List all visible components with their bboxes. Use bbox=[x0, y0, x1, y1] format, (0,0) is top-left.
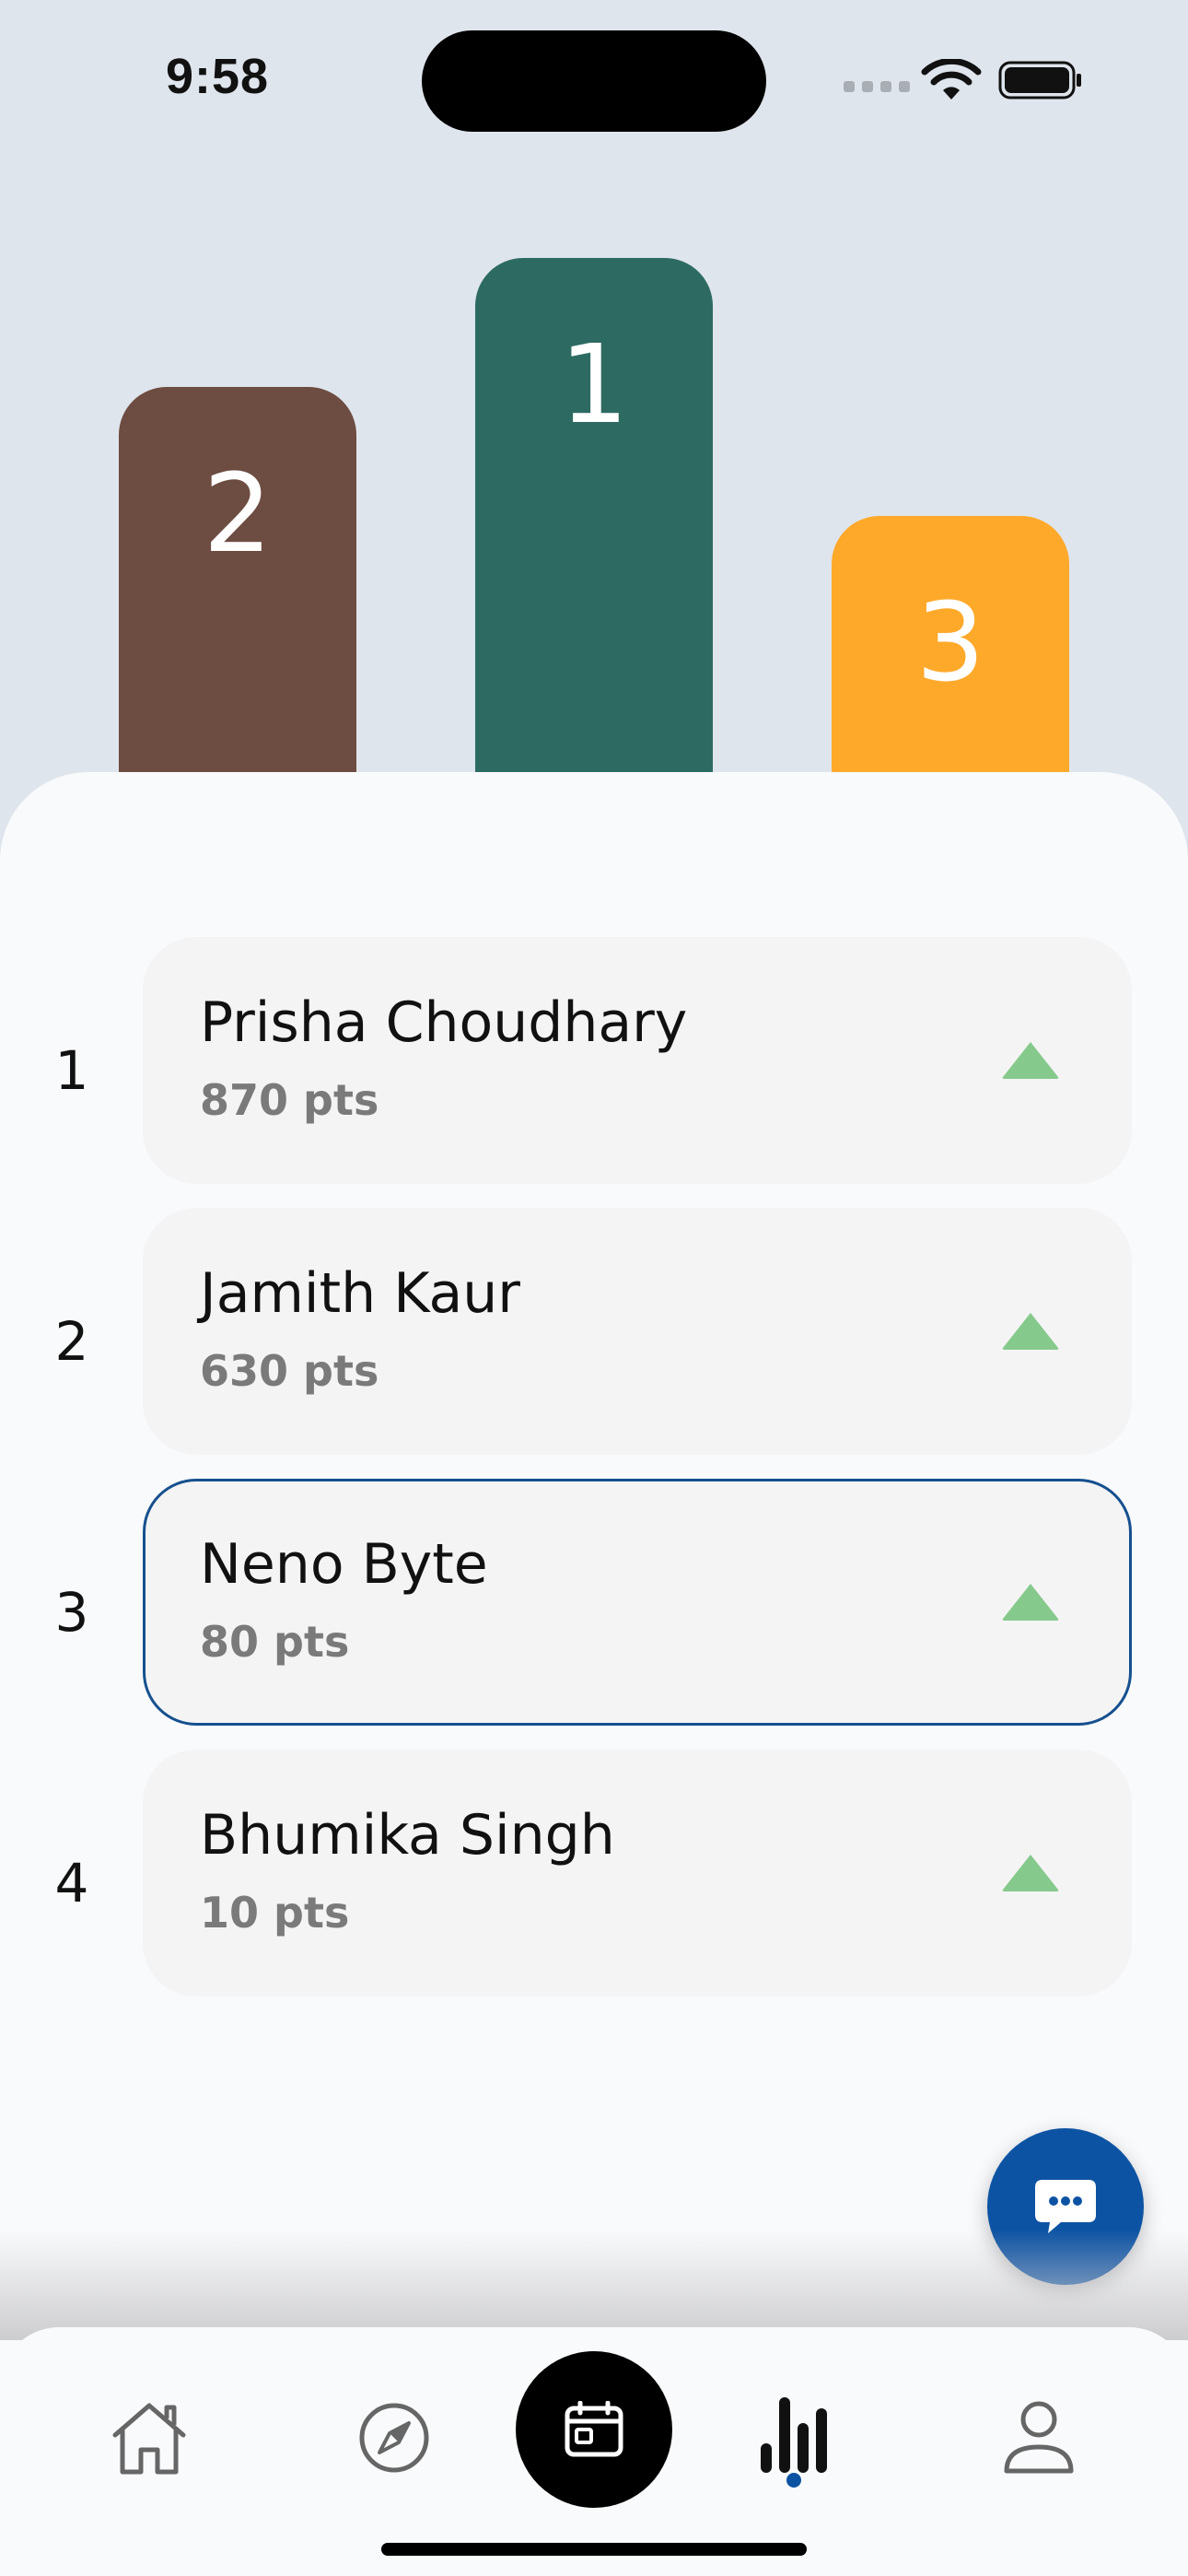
calendar-icon bbox=[565, 2401, 623, 2457]
nav-shadow bbox=[0, 2230, 1188, 2340]
nav-active-indicator bbox=[786, 2473, 801, 2488]
nav-leaderboard[interactable] bbox=[748, 2383, 840, 2484]
leaderboard-row[interactable]: Prisha Choudhary 870 pts bbox=[143, 937, 1132, 1184]
podium-second-place: 2 bbox=[119, 387, 356, 792]
player-points: 80 pts bbox=[200, 1617, 350, 1667]
up-arrow-icon bbox=[1002, 1584, 1059, 1621]
player-points: 870 pts bbox=[200, 1075, 379, 1125]
bottom-nav bbox=[0, 2327, 1188, 2576]
up-arrow-icon bbox=[1002, 1855, 1059, 1891]
nav-explore[interactable] bbox=[348, 2392, 440, 2484]
chat-bubble-icon bbox=[1035, 2180, 1096, 2233]
podium-first-place: 1 bbox=[475, 258, 713, 792]
cellular-signal-icon bbox=[844, 81, 910, 92]
home-icon bbox=[112, 2403, 186, 2475]
rank-number: 4 bbox=[54, 1852, 89, 1914]
nav-calendar[interactable] bbox=[516, 2351, 672, 2508]
player-name: Jamith Kaur bbox=[200, 1261, 520, 1326]
battery-icon bbox=[998, 61, 1081, 100]
player-points: 630 pts bbox=[200, 1346, 379, 1396]
rank-number: 2 bbox=[54, 1310, 89, 1373]
player-name: Neno Byte bbox=[200, 1532, 488, 1597]
player-name: Prisha Choudhary bbox=[200, 990, 688, 1055]
leaderboard-row[interactable]: Jamith Kaur 630 pts bbox=[143, 1208, 1132, 1455]
status-time: 9:58 bbox=[166, 49, 270, 104]
home-indicator bbox=[381, 2543, 807, 2556]
compass-icon bbox=[359, 2403, 429, 2473]
podium-third-place: 3 bbox=[832, 516, 1069, 792]
up-arrow-icon bbox=[1002, 1313, 1059, 1350]
leaderboard-row-current-user[interactable]: Neno Byte 80 pts bbox=[143, 1479, 1132, 1726]
leaderboard-row[interactable]: Bhumika Singh 10 pts bbox=[143, 1750, 1132, 1996]
rank-number: 3 bbox=[54, 1581, 89, 1644]
podium-rank-label: 2 bbox=[203, 450, 273, 577]
rank-number: 1 bbox=[54, 1039, 89, 1102]
dynamic-island bbox=[422, 30, 766, 132]
player-name: Bhumika Singh bbox=[200, 1803, 615, 1868]
nav-profile[interactable] bbox=[993, 2390, 1085, 2486]
profile-icon bbox=[1004, 2401, 1074, 2474]
nav-home[interactable] bbox=[103, 2392, 195, 2484]
player-points: 10 pts bbox=[200, 1888, 350, 1938]
leaderboard-icon bbox=[761, 2397, 827, 2473]
wifi-icon bbox=[921, 59, 982, 100]
podium-rank-label: 3 bbox=[915, 579, 985, 706]
podium-rank-label: 1 bbox=[559, 321, 629, 448]
up-arrow-icon bbox=[1002, 1042, 1059, 1079]
